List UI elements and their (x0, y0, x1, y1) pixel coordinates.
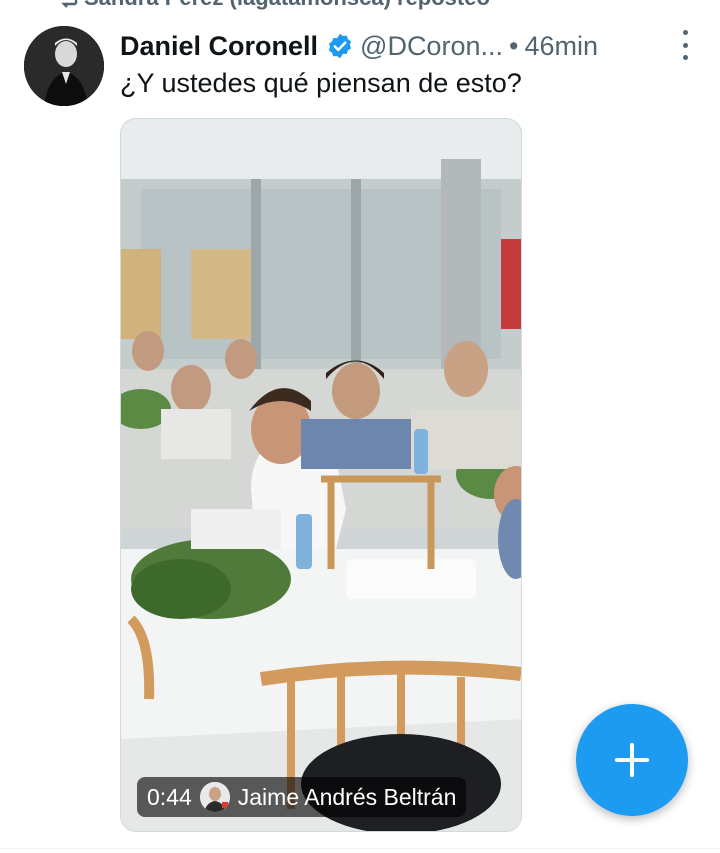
uploader-avatar (199, 782, 230, 812)
tweet-timestamp[interactable]: 46min (524, 31, 598, 62)
video-uploader-name: Jaime Andrés Beltrán (237, 783, 457, 810)
separator-dot: • (508, 30, 519, 61)
divider (0, 848, 720, 849)
verified-badge-icon[interactable] (326, 32, 354, 60)
video-duration: 0:44 (147, 783, 192, 810)
plus-icon (615, 743, 649, 777)
video-thumbnail (121, 119, 521, 831)
repost-text: Sandra Pérez (lagatamonsca) reposteó (84, 0, 490, 10)
author-handle[interactable]: @DCoron... (360, 31, 503, 62)
compose-button[interactable] (576, 704, 688, 816)
tweet-header: Daniel Coronell @DCoron... • 46min (120, 26, 690, 66)
author-name[interactable]: Daniel Coronell (120, 31, 318, 62)
video-info-bar: 0:44 Jaime Andrés Beltrán (137, 777, 467, 817)
more-options-icon[interactable] (678, 30, 692, 60)
video-player[interactable]: 0:44 Jaime Andrés Beltrán (120, 118, 522, 832)
repost-icon (56, 0, 80, 10)
author-avatar[interactable] (24, 26, 104, 106)
tweet-text: ¿Y ustedes qué piensan de esto? (120, 68, 522, 98)
repost-banner[interactable]: Sandra Pérez (lagatamonsca) reposteó (0, 0, 720, 10)
